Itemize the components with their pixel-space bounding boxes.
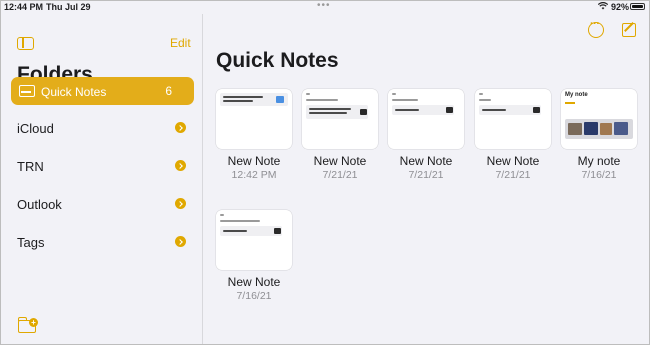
note-title: New Note [227, 154, 281, 168]
note-thumbnail: My note [561, 89, 637, 149]
thumbnail-link-card [392, 105, 454, 115]
edit-button[interactable]: Edit [170, 36, 191, 50]
note-card[interactable]: My note My note 7/16/21 [561, 89, 637, 189]
thumbnail-link-card [220, 226, 282, 236]
sidebar-item-tags[interactable]: Tags [11, 228, 194, 256]
note-thumbnail [216, 210, 292, 270]
note-title: New Note [227, 275, 281, 289]
note-thumbnail [302, 89, 378, 149]
sidebar-item-icloud[interactable]: iCloud [11, 114, 194, 142]
note-date: 7/16/21 [236, 290, 272, 302]
sidebar-toggle-icon[interactable] [17, 37, 34, 50]
page-title: Quick Notes [216, 49, 339, 72]
note-thumbnail [475, 89, 551, 149]
main-content: Quick Notes New Note 12:42 PM New Note 7… [204, 14, 649, 344]
multitasking-handle[interactable]: ••• [317, 0, 331, 11]
note-date: 7/21/21 [408, 169, 444, 181]
note-title: New Note [313, 154, 367, 168]
folder-count-badge: 6 [165, 84, 172, 98]
quick-notes-icon [19, 85, 35, 97]
thumbnail-link-card [306, 105, 368, 119]
note-title: New Note [486, 154, 540, 168]
thumbnail-link-card [479, 105, 541, 115]
chevron-right-icon[interactable] [175, 122, 186, 133]
compose-icon[interactable] [622, 23, 636, 37]
wifi-icon [598, 2, 608, 10]
status-date: Thu Jul 29 [46, 2, 91, 12]
sidebar-item-label: iCloud [17, 121, 54, 136]
sidebar-item-label: Outlook [17, 197, 62, 212]
thumbnail-link-card [220, 93, 288, 106]
chevron-right-icon[interactable] [175, 236, 186, 247]
note-card[interactable]: New Note 7/21/21 [475, 89, 551, 189]
note-title: New Note [399, 154, 453, 168]
sidebar-item-outlook[interactable]: Outlook [11, 190, 194, 218]
note-card[interactable]: New Note 7/16/21 [216, 210, 292, 310]
chevron-right-icon[interactable] [175, 198, 186, 209]
chevron-right-icon[interactable] [175, 160, 186, 171]
sidebar-item-quick-notes[interactable]: Quick Notes 6 [11, 77, 194, 105]
sidebar: Edit Folders Quick Notes 6 iCloud TRN Ou… [1, 14, 203, 344]
note-date: 7/21/21 [322, 169, 358, 181]
note-date: 7/21/21 [495, 169, 531, 181]
status-time: 12:44 PM [4, 2, 44, 12]
note-date: 7/16/21 [581, 169, 617, 181]
note-card[interactable]: New Note 7/21/21 [388, 89, 464, 189]
battery-percent: 92% [611, 2, 630, 12]
note-title: My note [577, 154, 621, 168]
thumbnail-highlight [565, 102, 575, 104]
note-card[interactable]: New Note 12:42 PM [216, 89, 292, 189]
thumbnail-title: My note [565, 92, 588, 98]
battery-icon [630, 3, 645, 10]
note-date: 12:42 PM [231, 169, 277, 181]
more-options-icon[interactable] [588, 18, 604, 38]
status-bar: 12:44 PM Thu Jul 29 ••• 92% [0, 0, 650, 14]
sidebar-item-label: Quick Notes [41, 85, 107, 99]
note-thumbnail [388, 89, 464, 149]
note-thumbnail [216, 89, 292, 149]
sidebar-item-label: Tags [17, 235, 45, 250]
thumbnail-image [565, 119, 633, 139]
note-card[interactable]: New Note 7/21/21 [302, 89, 378, 189]
sidebar-item-label: TRN [17, 159, 44, 174]
sidebar-item-trn[interactable]: TRN [11, 152, 194, 180]
plus-icon: + [29, 318, 38, 327]
